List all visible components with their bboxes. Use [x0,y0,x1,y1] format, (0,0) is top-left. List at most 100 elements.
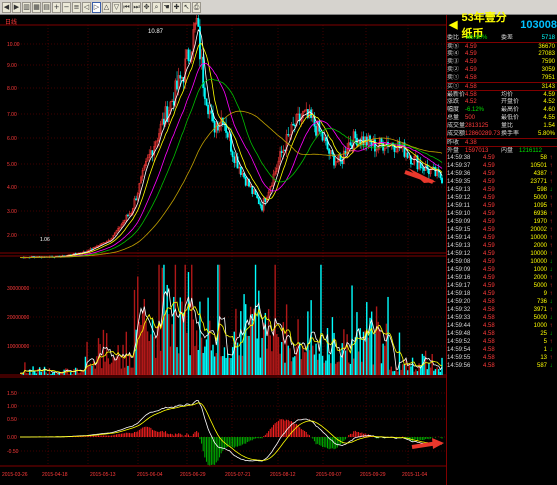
search-icon[interactable]: ⌕ [152,1,161,13]
volume-bar [24,362,26,375]
arrow-down-icon: ↓ [549,347,553,353]
quote-row: 昨收 4.38 [447,138,557,146]
hand-icon[interactable]: ☚ [162,1,171,13]
tick-list[interactable]: 14:59:38 4.59 58 ↑ 14:59:37 4.59 10501 ↑ 14:59:3… [447,154,557,370]
up-icon[interactable]: △ [102,1,111,13]
volume-bar [78,373,80,375]
arrow-down-icon: ↓ [549,187,553,193]
volume-bar [117,345,119,375]
arrow-up-icon: ↑ [549,283,553,289]
quote-row: 卖④ 4.59 27083 [447,51,555,57]
tick-row: 14:59:11 4.59 1095 ↑ [447,202,557,210]
cross-icon[interactable]: ✚ [172,1,181,13]
volume-bar [272,331,275,375]
volume-bar [434,369,437,375]
tick-row: 14:59:36 4.59 4387 ↑ [447,170,557,178]
volume-bar [338,361,340,375]
print-icon[interactable]: ⎙ [192,1,201,13]
next-icon[interactable]: ⏭ [132,1,141,13]
volume-bar [318,353,321,375]
volume-bar [34,371,36,375]
list-icon[interactable]: ≡ [72,1,81,13]
volume-bar [81,370,83,375]
volume-bar [289,348,291,375]
candle-body [205,98,208,106]
left-icon[interactable]: ◁ [82,1,91,13]
volume-bar [372,364,375,375]
candle-body [423,167,425,171]
volume-bar [158,264,160,375]
kline-chart[interactable]: 日线 10.00 9.00 8.00 7.00 6.00 5.00 4.00 3.00 2.00… [0,15,446,481]
volume-bar [43,366,46,375]
volume-bar [204,346,206,375]
volume-bar [259,357,262,375]
volume-bar [281,342,283,375]
volume-bar [40,371,42,375]
candle-body [163,118,165,125]
arrow-up-icon: ↑ [549,355,553,361]
quote-row: 最新价 4.58 均价 4.59 [447,90,557,98]
tick-row: 14:59:32 4.58 3971 ↑ [447,306,557,314]
chart-grid [0,24,446,467]
tick-row: 14:59:16 4.59 2000 ↑ [447,274,557,282]
volume-bar [174,264,177,375]
tick-row: 14:59:52 4.58 5 ↑ [447,338,557,346]
back-icon[interactable]: ◀ [2,1,11,13]
volume-bar [153,336,155,375]
grid-icon[interactable]: ▤ [42,1,51,13]
volume-bar [104,361,106,375]
volume-bar [122,344,124,375]
volume-bar [302,346,304,375]
tick-row: 14:59:48 4.58 25 ↓ [447,330,557,338]
arrow-up-icon: ↑ [549,171,553,177]
volume-bar [195,330,198,375]
volume-bar [266,348,268,375]
volume-bar [209,320,211,375]
quote-row: 卖② 4.59 3059 [447,67,555,73]
quote-table: 委比 -66.60% 委差 5718 卖⑤ 4.59 36670 卖④ 4.59 27083 卖③ 4… [447,34,557,146]
candle-body [374,139,376,152]
volume-bar [192,319,195,375]
macd-ticks: 1.50 1.00 0.50 0.00 -0.50 [7,391,19,455]
volume-bar [92,360,95,375]
candle-body [187,49,190,61]
volume-bar [159,350,162,375]
date-label: 2015-03-26 [2,472,28,478]
zoom-in-icon[interactable]: + [52,1,61,13]
right-icon[interactable]: ▷ [92,1,101,13]
forward-icon[interactable]: ▶ [12,1,21,13]
candle-body [213,120,216,133]
macd-tick-label: -0.50 [7,449,19,455]
tick-row: 14:59:13 4.59 598 ↓ [447,186,557,194]
volume-bar [217,264,219,375]
prev-icon[interactable]: ⏮ [122,1,131,13]
volume-bar [313,354,316,375]
price-axis-label: 日线 [5,18,17,26]
zoom-out-icon[interactable]: − [62,1,71,13]
volume-bar [47,373,49,375]
pan-icon[interactable]: ✥ [142,1,151,13]
volume-bar [269,335,271,375]
volume-bar [197,349,199,375]
quote-row: 成交额 12860289.73 换手率 5.80% [447,131,555,137]
quote-row: 买① 4.58 3143 [447,82,557,90]
down-icon[interactable]: ▽ [112,1,121,13]
volume-bar [315,343,317,375]
volume-bar [330,363,332,375]
day-k-icon[interactable]: ▥ [22,1,31,13]
arrow-marker-lower [432,438,444,449]
cursor-icon[interactable]: ↖ [182,1,191,13]
price-tick-label: 8.00 [7,86,17,92]
volume-bar [150,334,152,375]
volume-tick-label: 30000000 [7,286,29,292]
volume-bar [114,358,116,375]
volume-bar [210,350,213,375]
candle-body [91,248,93,250]
stack-icon[interactable]: ▦ [32,1,41,13]
candle-body [251,185,254,194]
volume-bar [305,352,307,375]
volume-bar [99,344,101,375]
volume-bar [351,285,353,375]
volume-bar [27,373,29,375]
date-label: 2015-08-12 [270,472,296,478]
